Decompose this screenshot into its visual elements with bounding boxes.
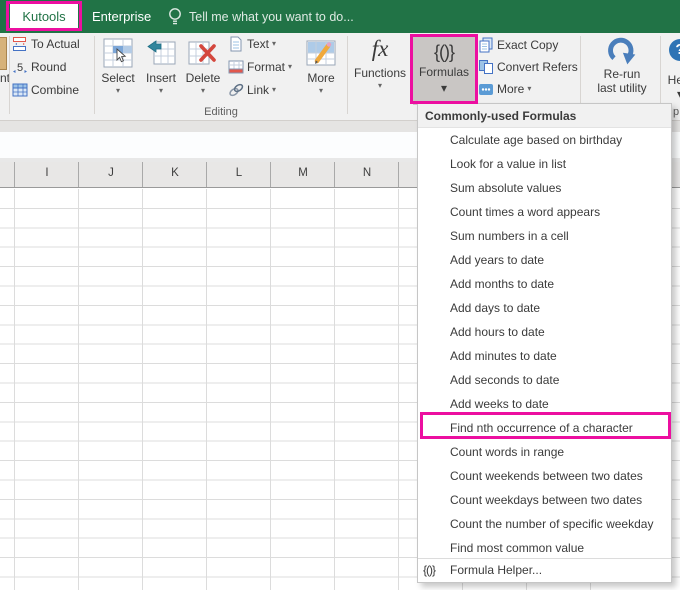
chevron-down-icon: ▾: [200, 86, 205, 95]
formula-helper-braces-icon: {()}: [423, 563, 436, 577]
column-header[interactable]: K: [143, 167, 207, 179]
round-button[interactable]: 5 Round: [12, 57, 66, 77]
delete-button[interactable]: Delete ▾: [182, 35, 224, 115]
rerun-arrow-icon: [606, 37, 638, 65]
menu-item[interactable]: Count weekdays between two dates: [418, 488, 671, 512]
menu-item-formula-helper[interactable]: {()} Formula Helper...: [418, 558, 671, 582]
lightbulb-icon: [168, 7, 182, 26]
insert-icon: [140, 38, 182, 68]
chevron-down-icon: ▾: [158, 86, 163, 95]
excel-window: Kutools Enterprise Tell me what you want…: [0, 0, 680, 590]
chevron-down-icon: ▾: [660, 87, 680, 101]
help-icon: ?: [669, 39, 680, 61]
select-icon: [97, 38, 139, 68]
chevron-down-icon: ▾: [440, 81, 448, 95]
menu-item[interactable]: Count weekends between two dates: [418, 464, 671, 488]
tellme-box[interactable]: Tell me what you want to do...: [189, 10, 354, 24]
format-button[interactable]: Format ▾: [228, 57, 292, 77]
menu-item[interactable]: Count times a word appears: [418, 200, 671, 224]
ribbon-tab-bar: Kutools Enterprise Tell me what you want…: [0, 0, 680, 33]
menu-item[interactable]: Sum absolute values: [418, 176, 671, 200]
group-separator: [9, 36, 10, 114]
delete-icon: [182, 38, 224, 68]
chevron-down-icon: ▾: [272, 85, 277, 94]
format-icon: [228, 59, 244, 75]
combine-icon: [12, 82, 28, 98]
column-header[interactable]: L: [207, 167, 271, 179]
partial-left-button-icon[interactable]: [0, 37, 7, 70]
select-button[interactable]: Select ▾: [97, 35, 139, 115]
menu-item[interactable]: Calculate age based on birthday: [418, 128, 671, 152]
menu-item[interactable]: Look for a value in list: [418, 152, 671, 176]
combine-button[interactable]: Combine: [12, 80, 79, 100]
round-icon: 5: [12, 59, 28, 75]
menu-item[interactable]: Count words in range: [418, 440, 671, 464]
exact-copy-button[interactable]: Exact Copy: [478, 35, 558, 55]
menu-item[interactable]: Find most common value: [418, 536, 671, 560]
menu-item[interactable]: Add hours to date: [418, 320, 671, 344]
partial-group-label: p: [673, 106, 680, 118]
tab-kutools[interactable]: Kutools: [10, 3, 78, 30]
more-dropdown-button[interactable]: More ▾: [478, 79, 531, 99]
to-actual-button[interactable]: To Actual: [12, 34, 80, 54]
fx-icon: fx: [371, 36, 389, 61]
text-button[interactable]: Text ▾: [228, 34, 276, 54]
group-separator: [94, 36, 95, 114]
column-header[interactable]: M: [271, 167, 335, 179]
text-icon: [228, 36, 244, 52]
menu-item-find-nth-occurrence[interactable]: Find nth occurrence of a character: [418, 416, 671, 440]
chevron-down-icon: ▾: [527, 84, 532, 93]
column-header[interactable]: I: [15, 167, 79, 179]
convert-refers-button[interactable]: Convert Refers: [478, 57, 578, 77]
column-header[interactable]: N: [335, 167, 399, 179]
chevron-down-icon: ▾: [272, 39, 277, 48]
menu-header-commonly-used-formulas[interactable]: Commonly-used Formulas: [418, 104, 671, 128]
menu-item[interactable]: Add days to date: [418, 296, 671, 320]
menu-item[interactable]: Count the number of specific weekday: [418, 512, 671, 536]
insert-button[interactable]: Insert ▾: [140, 35, 182, 115]
chevron-down-icon: ▾: [377, 81, 382, 90]
formulas-braces-icon: {()}: [433, 42, 455, 62]
link-icon: [228, 82, 244, 98]
more-pencil-icon: [300, 38, 342, 68]
exact-copy-icon: [478, 37, 494, 53]
menu-item[interactable]: Add months to date: [418, 272, 671, 296]
menu-item[interactable]: Add minutes to date: [418, 344, 671, 368]
chevron-down-icon: ▾: [288, 62, 293, 71]
menu-item[interactable]: Add seconds to date: [418, 368, 671, 392]
editing-group-label: Editing: [204, 106, 238, 118]
convert-refers-icon: [478, 59, 494, 75]
menu-item[interactable]: Sum numbers in a cell: [418, 224, 671, 248]
more-editing-button[interactable]: More ▾: [300, 35, 342, 115]
to-actual-icon: [12, 36, 28, 52]
formulas-dropdown-menu: Commonly-used Formulas Calculate age bas…: [417, 103, 672, 583]
group-separator: [347, 36, 348, 114]
svg-text:5: 5: [17, 62, 23, 74]
chevron-down-icon: ▾: [115, 86, 120, 95]
chevron-down-icon: ▾: [318, 86, 323, 95]
menu-item[interactable]: Add years to date: [418, 248, 671, 272]
formulas-button[interactable]: {()} Formulas ▾: [413, 37, 475, 105]
tab-enterprise[interactable]: Enterprise: [84, 0, 159, 33]
more-dots-icon: [478, 81, 494, 97]
link-button[interactable]: Link ▾: [228, 80, 276, 100]
functions-button[interactable]: fx Functions ▾: [350, 35, 410, 115]
column-header[interactable]: J: [79, 167, 143, 179]
menu-item[interactable]: Add weeks to date: [418, 392, 671, 416]
